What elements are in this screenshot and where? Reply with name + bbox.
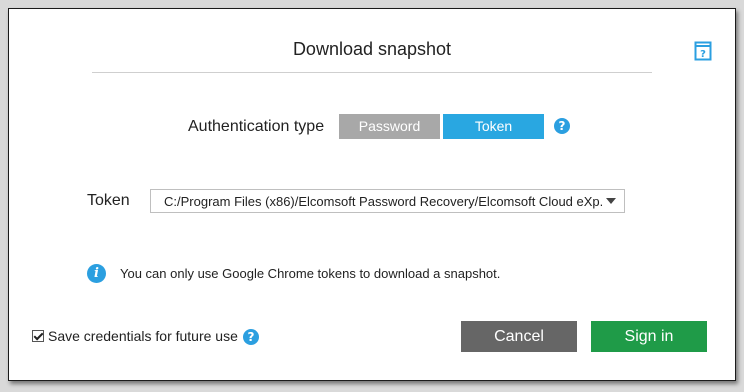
sign-in-button[interactable]: Sign in: [591, 321, 707, 352]
chevron-down-icon[interactable]: [606, 198, 616, 204]
cancel-button[interactable]: Cancel: [461, 321, 577, 352]
auth-password-option[interactable]: Password: [339, 114, 440, 139]
token-select-value: C:/Program Files (x86)/Elcomsoft Passwor…: [164, 194, 602, 209]
dialog-title: Download snapshot: [292, 39, 452, 59]
save-credentials-label[interactable]: Save credentials for future use: [48, 328, 238, 344]
info-icon: i: [87, 264, 106, 283]
authentication-type-label: Authentication type: [188, 118, 325, 135]
title-divider: [92, 72, 652, 73]
auth-help-icon[interactable]: ?: [554, 118, 570, 134]
svg-text:?: ?: [700, 49, 706, 60]
download-snapshot-dialog: Download snapshot ? Authentication type …: [8, 8, 736, 381]
help-book-icon[interactable]: ?: [694, 41, 712, 61]
save-credentials-checkbox[interactable]: [32, 330, 44, 342]
auth-token-option[interactable]: Token: [443, 114, 544, 139]
save-credentials-help-icon[interactable]: ?: [243, 329, 259, 345]
info-message: You can only use Google Chrome tokens to…: [120, 266, 501, 281]
token-select[interactable]: C:/Program Files (x86)/Elcomsoft Passwor…: [150, 189, 625, 213]
token-label: Token: [87, 192, 130, 209]
